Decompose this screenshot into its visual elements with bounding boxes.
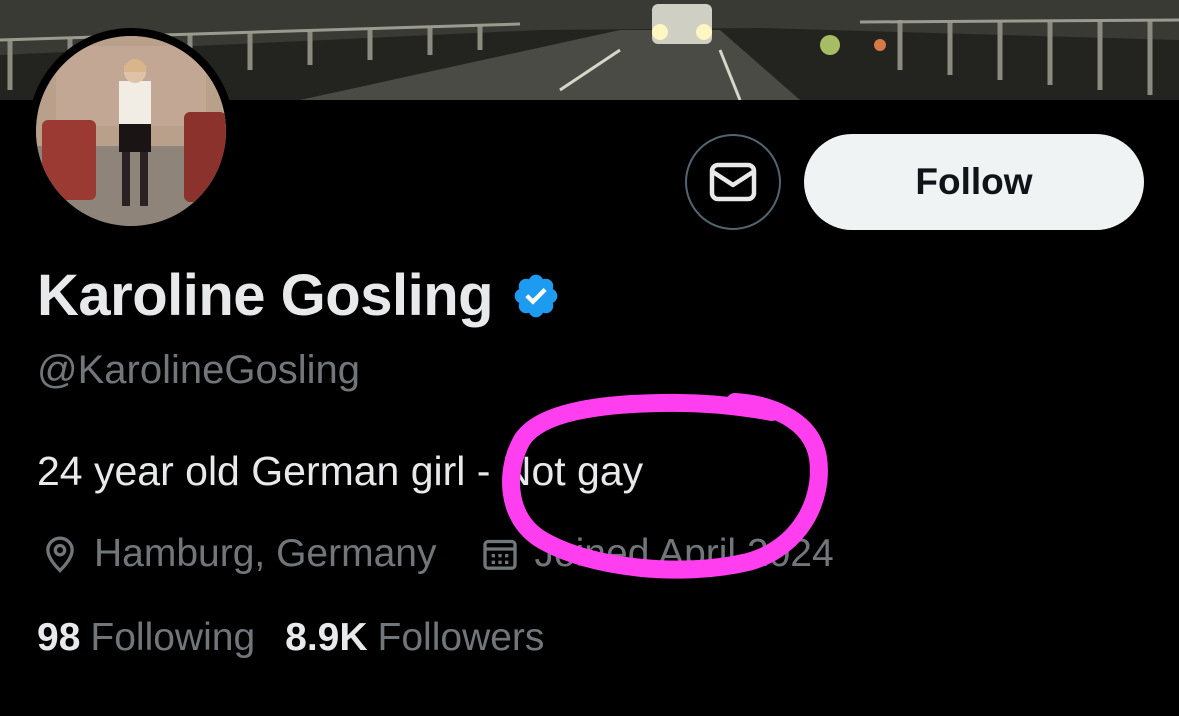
joined-text: Joined April 2024 xyxy=(534,532,834,575)
following-link[interactable]: 98 Following xyxy=(37,616,255,660)
bio-highlight-text: Not gay xyxy=(501,448,644,494)
joined-item: Joined April 2024 xyxy=(480,532,834,576)
location-item: Hamburg, Germany xyxy=(40,532,436,576)
avatar-photo xyxy=(36,36,226,226)
followers-link[interactable]: 8.9K Followers xyxy=(285,616,544,660)
profile-handle: @KarolineGosling xyxy=(37,348,360,392)
followers-label: Followers xyxy=(377,616,545,659)
follow-button[interactable]: Follow xyxy=(804,134,1144,230)
message-button[interactable] xyxy=(685,134,781,230)
bio-text: 24 year old German girl - xyxy=(37,448,502,494)
display-name: Karoline Gosling xyxy=(37,263,494,328)
following-label: Following xyxy=(90,616,256,659)
profile-avatar[interactable] xyxy=(28,28,234,234)
verified-badge-icon[interactable] xyxy=(511,271,561,321)
profile-meta: Hamburg, Germany Joined April 2024 xyxy=(40,532,834,576)
following-count: 98 xyxy=(37,616,81,659)
name-row: Karoline Gosling xyxy=(37,262,561,329)
location-pin-icon xyxy=(46,536,74,573)
envelope-icon xyxy=(709,162,757,202)
followers-count: 8.9K xyxy=(285,616,368,659)
calendar-icon xyxy=(483,539,518,570)
location-text: Hamburg, Germany xyxy=(94,532,437,575)
follow-stats: 98 Following 8.9K Followers xyxy=(37,616,544,660)
profile-bio: 24 year old German girl - Not gay xyxy=(37,448,643,495)
